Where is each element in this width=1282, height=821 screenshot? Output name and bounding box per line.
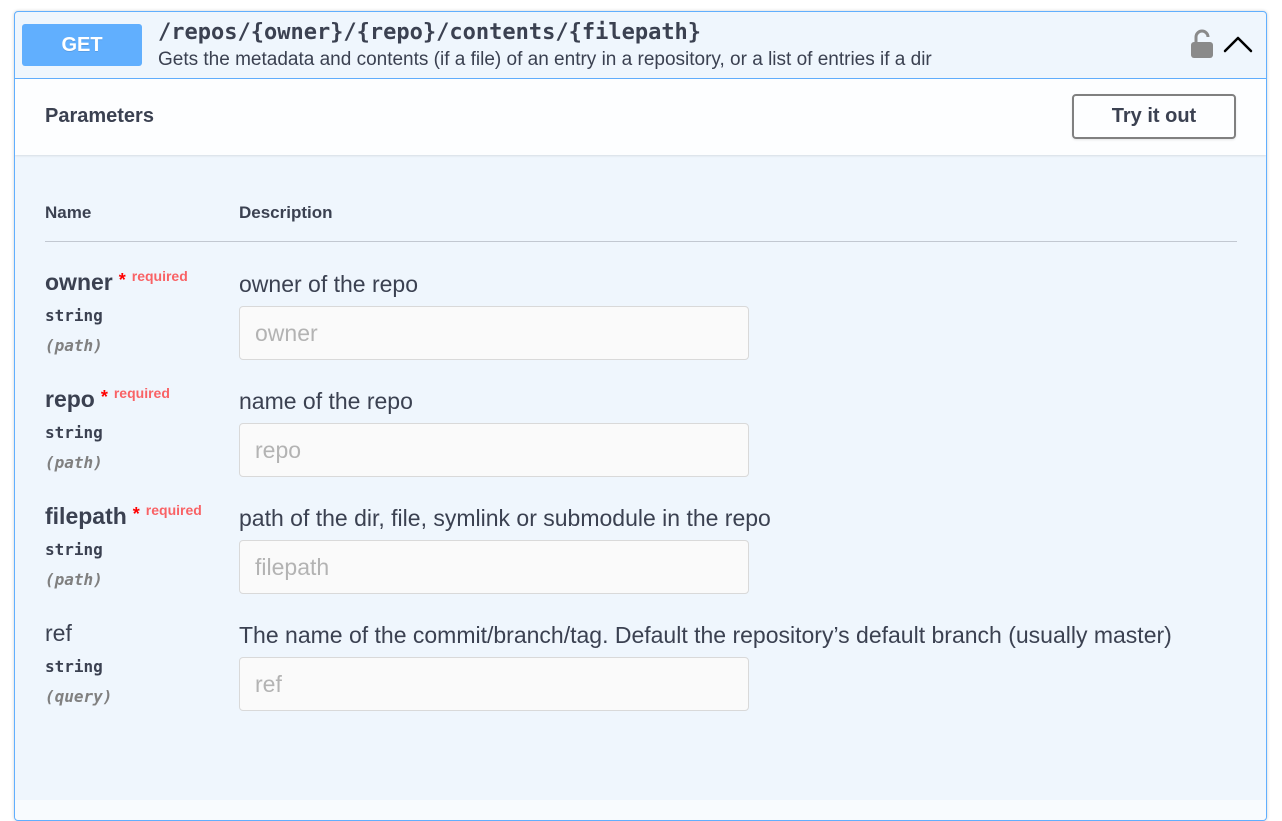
- required-label: required: [131, 268, 188, 284]
- owner-input[interactable]: [239, 306, 749, 360]
- parameter-description: The name of the commit/branch/tag. Defau…: [239, 622, 1172, 648]
- parameter-description: name of the repo: [239, 388, 413, 414]
- parameters-title: Parameters: [45, 105, 154, 127]
- parameter-description: owner of the repo: [239, 271, 419, 297]
- required-asterisk: *: [100, 387, 108, 407]
- chevron-up-icon[interactable]: [1223, 32, 1253, 56]
- parameter-name: owner * required: [45, 268, 188, 296]
- endpoint-path: /repos/{owner}/{repo}/contents/{filepath…: [158, 20, 702, 45]
- parameter-name-text: owner: [45, 269, 113, 295]
- parameter-location: (path): [45, 453, 103, 472]
- parameter-row-ref: ref string (query) The name of the commi…: [45, 620, 1237, 737]
- header-divider: [45, 241, 1237, 242]
- ref-input[interactable]: [239, 657, 749, 711]
- parameter-location: (path): [45, 570, 103, 589]
- parameter-name-text: repo: [45, 386, 95, 412]
- unlocked-padlock-icon[interactable]: [1190, 29, 1214, 59]
- required-asterisk: *: [132, 504, 140, 524]
- required-label: required: [113, 385, 170, 401]
- parameters-header: Parameters Try it out: [15, 79, 1266, 155]
- parameter-name-text: filepath: [45, 503, 127, 529]
- repo-input[interactable]: [239, 423, 749, 477]
- parameter-location: (query): [45, 687, 113, 706]
- parameter-type: string: [45, 306, 103, 325]
- endpoint-description: Gets the metadata and contents (if a fil…: [158, 49, 932, 70]
- column-header-description: Description: [239, 203, 333, 222]
- parameter-name: ref: [45, 620, 72, 647]
- operation-block: GET /repos/{owner}/{repo}/contents/{file…: [14, 11, 1267, 821]
- parameter-name-text: ref: [45, 620, 72, 646]
- parameter-name: filepath * required: [45, 502, 202, 530]
- filepath-input[interactable]: [239, 540, 749, 594]
- required-asterisk: *: [118, 270, 126, 290]
- column-header-name: Name: [45, 203, 92, 222]
- parameter-description: path of the dir, file, symlink or submod…: [239, 505, 771, 531]
- parameter-type: string: [45, 540, 103, 559]
- parameter-type: string: [45, 657, 103, 676]
- required-label: required: [145, 502, 202, 518]
- parameter-row-repo: repo * required string (path) name of the …: [45, 385, 1237, 503]
- try-it-out-button[interactable]: Try it out: [1072, 94, 1236, 139]
- parameter-type: string: [45, 423, 103, 442]
- operation-summary[interactable]: GET /repos/{owner}/{repo}/contents/{file…: [15, 12, 1266, 79]
- responses-section-edge: [15, 800, 1266, 820]
- http-method-badge: GET: [22, 24, 142, 66]
- parameter-row-owner: owner * required string (path) owner of th…: [45, 268, 1237, 386]
- parameter-row-filepath: filepath * required string (path) path of …: [45, 502, 1237, 620]
- parameter-location: (path): [45, 336, 103, 355]
- parameter-name: repo * required: [45, 385, 170, 413]
